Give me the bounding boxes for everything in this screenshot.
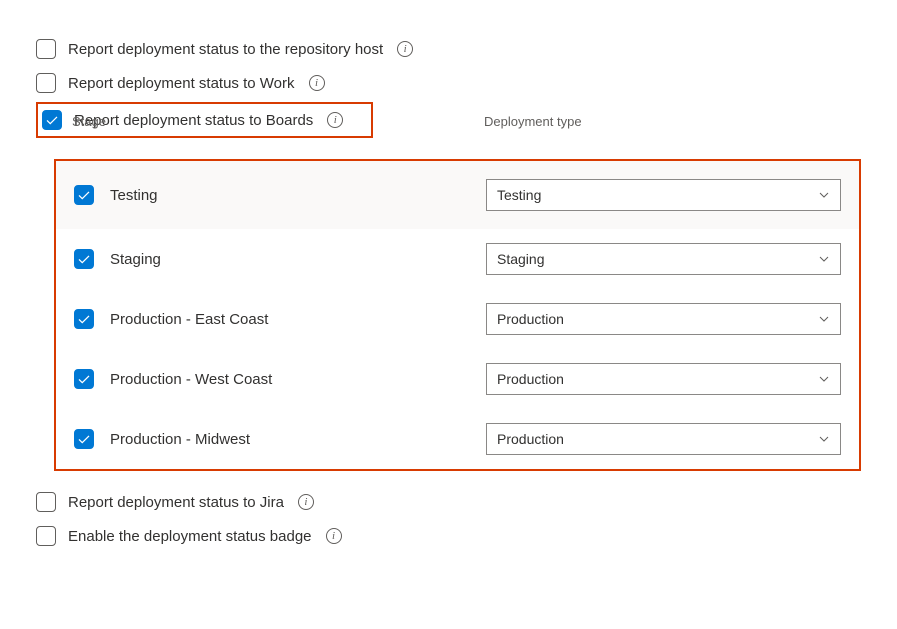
option-row-badge: Enable the deployment status badge i (36, 519, 861, 553)
dropdown-label: Production (497, 311, 564, 327)
checkbox-stage-prod-midwest[interactable] (74, 429, 94, 449)
stage-name: Production - East Coast (110, 311, 486, 328)
check-icon (77, 252, 91, 266)
stage-name: Staging (110, 251, 486, 268)
chevron-down-icon (818, 253, 830, 265)
stage-row: Production - Midwest Production (56, 409, 859, 469)
checkbox-work[interactable] (36, 73, 56, 93)
option-label-work: Report deployment status to Work (68, 75, 295, 92)
dropdown-label: Production (497, 431, 564, 447)
chevron-down-icon (818, 189, 830, 201)
checkbox-stage-prod-east[interactable] (74, 309, 94, 329)
chevron-down-icon (818, 373, 830, 385)
stage-row: Production - East Coast Production (56, 289, 859, 349)
dropdown-deployment-type[interactable]: Production (486, 423, 841, 455)
option-label-repo-host: Report deployment status to the reposito… (68, 41, 383, 58)
option-label-badge: Enable the deployment status badge (68, 528, 312, 545)
stage-row: Testing Testing (56, 161, 859, 229)
checkbox-stage-testing[interactable] (74, 185, 94, 205)
dropdown-label: Staging (497, 251, 544, 267)
option-label-jira: Report deployment status to Jira (68, 494, 284, 511)
chevron-down-icon (818, 313, 830, 325)
stage-row: Production - West Coast Production (56, 349, 859, 409)
check-icon (45, 113, 59, 127)
checkbox-jira[interactable] (36, 492, 56, 512)
dropdown-label: Testing (497, 187, 541, 203)
check-icon (77, 188, 91, 202)
dropdown-deployment-type[interactable]: Testing (486, 179, 841, 211)
header-type: Deployment type (484, 114, 582, 129)
info-icon[interactable]: i (397, 41, 413, 57)
checkbox-repo-host[interactable] (36, 39, 56, 59)
info-icon[interactable]: i (326, 528, 342, 544)
stage-row: Staging Staging (56, 229, 859, 289)
checkbox-stage-staging[interactable] (74, 249, 94, 269)
chevron-down-icon (818, 433, 830, 445)
dropdown-deployment-type[interactable]: Production (486, 363, 841, 395)
stage-name: Production - West Coast (110, 371, 486, 388)
check-icon (77, 372, 91, 386)
stage-name: Testing (110, 187, 486, 204)
dropdown-deployment-type[interactable]: Staging (486, 243, 841, 275)
stage-name: Production - Midwest (110, 431, 486, 448)
header-stage: Stage (72, 114, 484, 129)
option-row-work: Report deployment status to Work i (36, 66, 861, 100)
check-icon (77, 312, 91, 326)
dropdown-label: Production (497, 371, 564, 387)
checkbox-stage-prod-west[interactable] (74, 369, 94, 389)
option-row-jira: Report deployment status to Jira i (36, 485, 861, 519)
dropdown-deployment-type[interactable]: Production (486, 303, 841, 335)
info-icon[interactable]: i (298, 494, 314, 510)
info-icon[interactable]: i (309, 75, 325, 91)
checkbox-boards[interactable] (42, 110, 62, 130)
option-row-repo-host: Report deployment status to the reposito… (36, 32, 861, 66)
check-icon (77, 432, 91, 446)
checkbox-badge[interactable] (36, 526, 56, 546)
stage-table: Testing Testing Staging Staging (54, 159, 861, 471)
